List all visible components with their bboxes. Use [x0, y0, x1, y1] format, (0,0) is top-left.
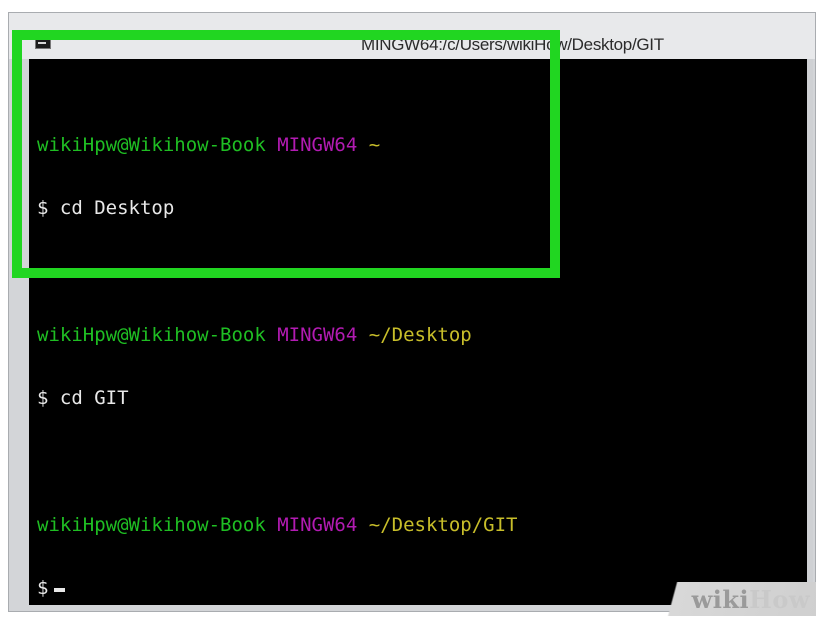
screenshot: MINGW64:/c/Users/wikiHow/Desktop/GIT wik…	[0, 0, 820, 618]
text-cursor	[54, 588, 66, 592]
command-line: $	[37, 578, 517, 599]
prompt-path: ~/Desktop	[368, 324, 472, 346]
command-text: cd GIT	[59, 387, 129, 409]
window-border-right	[807, 59, 813, 605]
prompt-path: ~/Desktop/GIT	[368, 514, 518, 536]
dollar-prompt: $	[37, 387, 49, 409]
prompt-line: wikiHpw@Wikihow-Book MINGW64 ~/Desktop	[37, 325, 517, 346]
dollar-prompt: $	[37, 577, 49, 599]
prompt-user-host: wikiHpw@Wikihow-Book	[37, 514, 266, 536]
prompt-env: MINGW64	[277, 324, 358, 346]
wikihow-logo: wikiHow	[692, 585, 810, 614]
prompt-env: MINGW64	[277, 514, 358, 536]
watermark-how: How	[749, 585, 810, 614]
highlight-box	[12, 30, 560, 278]
watermark: wikiHow	[656, 582, 816, 616]
prompt-line: wikiHpw@Wikihow-Book MINGW64 ~/Desktop/G…	[37, 515, 517, 536]
prompt-user-host: wikiHpw@Wikihow-Book	[37, 324, 266, 346]
watermark-wiki: wiki	[691, 585, 750, 614]
command-line: $ cd GIT	[37, 388, 517, 409]
